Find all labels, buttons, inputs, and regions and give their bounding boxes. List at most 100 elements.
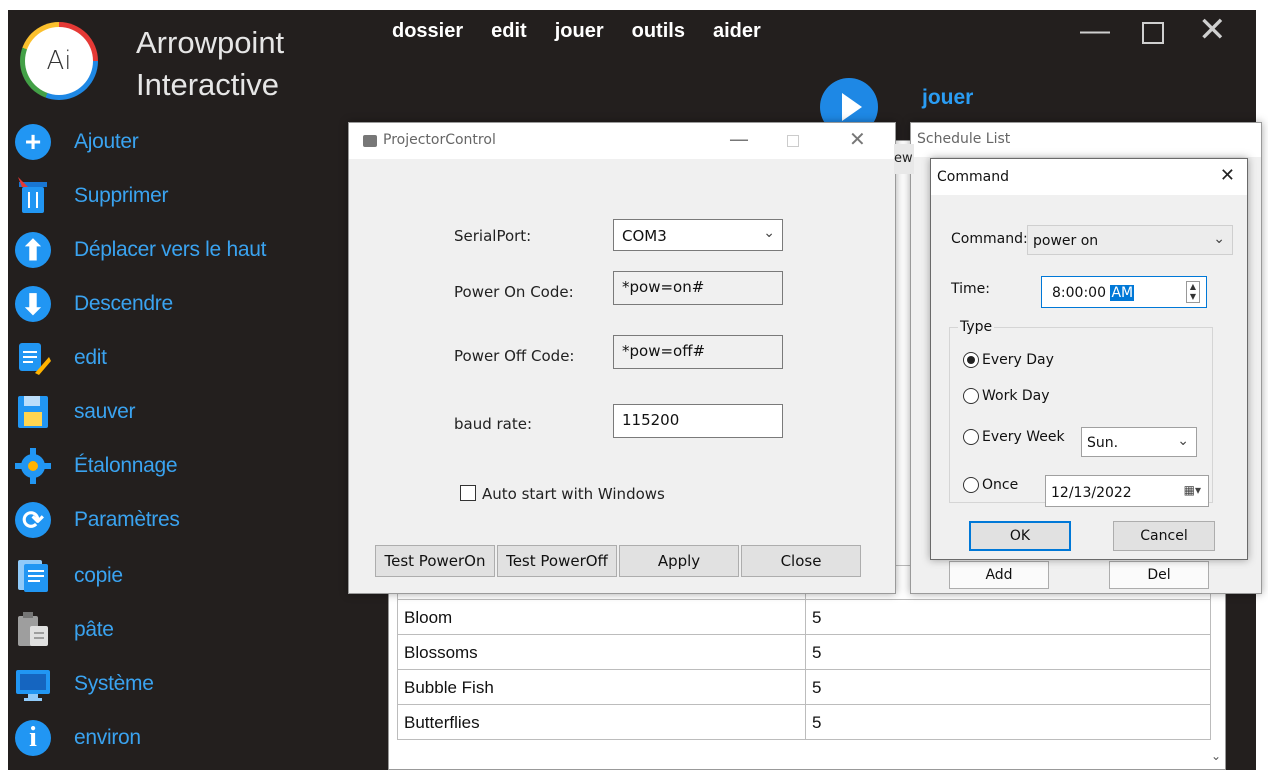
add-button[interactable]: Add <box>949 561 1049 589</box>
arrow-up-icon: ⬆ <box>14 231 52 269</box>
serialport-label: SerialPort: <box>454 227 532 245</box>
sidebar-item-label: sauver <box>74 400 136 423</box>
sidebar-item-label: Étalonnage <box>74 454 178 477</box>
projector-close-button[interactable]: ✕ <box>849 127 866 151</box>
command-titlebar: Command ✕ <box>931 159 1247 195</box>
command-select[interactable]: power on ⌄ <box>1027 225 1233 255</box>
test-poweroff-button[interactable]: Test PowerOff <box>497 545 617 577</box>
sidebar-item-etalonnage[interactable]: Étalonnage <box>14 446 178 486</box>
sidebar-item-ajouter[interactable]: + Ajouter <box>14 122 139 162</box>
time-field[interactable]: 8:00:00 AM ▲ ▼ <box>1041 276 1207 308</box>
projector-dialog: ProjectorControl — ✕ SerialPort: COM3 ⌄ … <box>348 122 896 594</box>
ok-button[interactable]: OK <box>969 521 1071 551</box>
menu-dossier[interactable]: dossier <box>392 20 463 43</box>
row-value: 5 <box>812 678 822 697</box>
once-date-field[interactable]: 12/13/2022 ▦▾ <box>1045 475 1209 507</box>
row-name: Blossoms <box>398 635 806 669</box>
scroll-down-icon[interactable]: ⌄ <box>1211 749 1221 763</box>
sidebar-item-parametres[interactable]: ⟳ Paramètres <box>14 500 180 540</box>
command-close-button[interactable]: ✕ <box>1220 165 1235 186</box>
row-value: 5 <box>812 643 822 662</box>
projector-minimize-button[interactable]: — <box>729 127 749 151</box>
time-ampm: AM <box>1110 285 1135 301</box>
power-off-code-field[interactable]: *pow=off# <box>613 335 783 369</box>
test-poweron-button[interactable]: Test PowerOn <box>375 545 495 577</box>
autostart-label: Auto start with Windows <box>482 485 665 503</box>
radio-dot <box>963 352 979 368</box>
menu-aider[interactable]: aider <box>713 20 761 43</box>
app-title: Arrowpoint Interactive <box>136 22 284 106</box>
row-value: 5 <box>812 713 822 732</box>
projector-app-icon <box>363 135 377 147</box>
partial-column-header: ew <box>894 144 914 174</box>
sidebar-item-label: Supprimer <box>74 184 169 207</box>
sidebar-item-environ[interactable]: i environ <box>14 718 141 758</box>
sidebar-item-label: copie <box>74 564 123 587</box>
sidebar-item-edit[interactable]: edit <box>14 338 107 378</box>
radio-every-week[interactable]: Every Week <box>963 429 1065 445</box>
schedule-title: Schedule List <box>917 131 1011 147</box>
table-row[interactable]: Butterflies 5 <box>397 705 1211 740</box>
monitor-icon <box>14 665 52 703</box>
table-row[interactable]: Bubble Fish 5 <box>397 670 1211 705</box>
menu-outils[interactable]: outils <box>632 20 685 43</box>
menu-jouer[interactable]: jouer <box>555 20 604 43</box>
radio-work-day[interactable]: Work Day <box>963 388 1050 404</box>
command-value: power on <box>1033 233 1099 249</box>
sidebar-item-sauver[interactable]: sauver <box>14 392 136 432</box>
table-row[interactable]: Blossoms 5 <box>397 635 1211 670</box>
radio-every-day[interactable]: Every Day <box>963 352 1054 368</box>
projector-title: ProjectorControl <box>383 132 496 148</box>
baud-rate-field[interactable]: 115200 <box>613 404 783 438</box>
play-label[interactable]: jouer <box>922 86 973 110</box>
close-button[interactable]: ✕ <box>1198 10 1227 50</box>
serialport-select[interactable]: COM3 ⌄ <box>613 219 783 251</box>
chevron-down-icon: ⌄ <box>763 225 775 241</box>
power-off-code-label: Power Off Code: <box>454 347 575 365</box>
row-name: Butterflies <box>398 705 806 739</box>
sidebar-item-pate[interactable]: pâte <box>14 610 114 650</box>
radio-once[interactable]: Once <box>963 477 1018 493</box>
refresh-icon: ⟳ <box>14 501 52 539</box>
radio-label: Every Day <box>982 352 1054 368</box>
command-label: Command: <box>951 231 1028 247</box>
sidebar-item-label: Système <box>74 672 154 695</box>
plus-icon: + <box>14 123 52 161</box>
time-value: 8:00:00 <box>1052 285 1106 301</box>
chevron-down-icon: ⌄ <box>1177 433 1189 449</box>
power-on-code-field[interactable]: *pow=on# <box>613 271 783 305</box>
sidebar-item-up[interactable]: ⬆ Déplacer vers le haut <box>14 230 266 270</box>
del-button[interactable]: Del <box>1109 561 1209 589</box>
app-logo: Ai <box>20 22 98 100</box>
maximize-button[interactable] <box>1142 22 1164 44</box>
serialport-value: COM3 <box>622 227 667 245</box>
sidebar-item-label: Descendre <box>74 292 173 315</box>
radio-dot <box>963 388 979 404</box>
sidebar-item-down[interactable]: ⬇ Descendre <box>14 284 173 324</box>
autostart-checkbox[interactable] <box>460 485 476 501</box>
projector-maximize-button[interactable] <box>787 135 799 147</box>
sidebar-item-label: Paramètres <box>74 508 180 531</box>
edit-icon <box>14 339 52 377</box>
close-dialog-button[interactable]: Close <box>741 545 861 577</box>
radio-label: Work Day <box>982 388 1050 404</box>
sidebar-item-systeme[interactable]: Système <box>14 664 154 704</box>
radio-label: Every Week <box>982 429 1065 445</box>
radio-dot <box>963 477 979 493</box>
app-title-line1: Arrowpoint <box>136 25 285 60</box>
sidebar-item-label: edit <box>74 346 107 369</box>
table-row[interactable]: Bloom 5 <box>397 600 1211 635</box>
menu-edit[interactable]: edit <box>491 20 527 43</box>
week-select[interactable]: Sun. ⌄ <box>1081 427 1197 457</box>
sidebar-item-label: environ <box>74 726 141 749</box>
spinner-icon[interactable]: ▲ ▼ <box>1186 281 1200 303</box>
sidebar-item-copie[interactable]: copie <box>14 556 123 596</box>
calendar-icon[interactable]: ▦▾ <box>1184 483 1201 497</box>
menu-bar: dossier edit jouer outils aider <box>392 20 761 43</box>
wrench-icon <box>14 447 52 485</box>
minimize-button[interactable]: — <box>1080 14 1110 48</box>
row-value: 5 <box>812 608 822 627</box>
cancel-button[interactable]: Cancel <box>1113 521 1215 551</box>
sidebar-item-supprimer[interactable]: Supprimer <box>14 176 168 216</box>
apply-button[interactable]: Apply <box>619 545 739 577</box>
